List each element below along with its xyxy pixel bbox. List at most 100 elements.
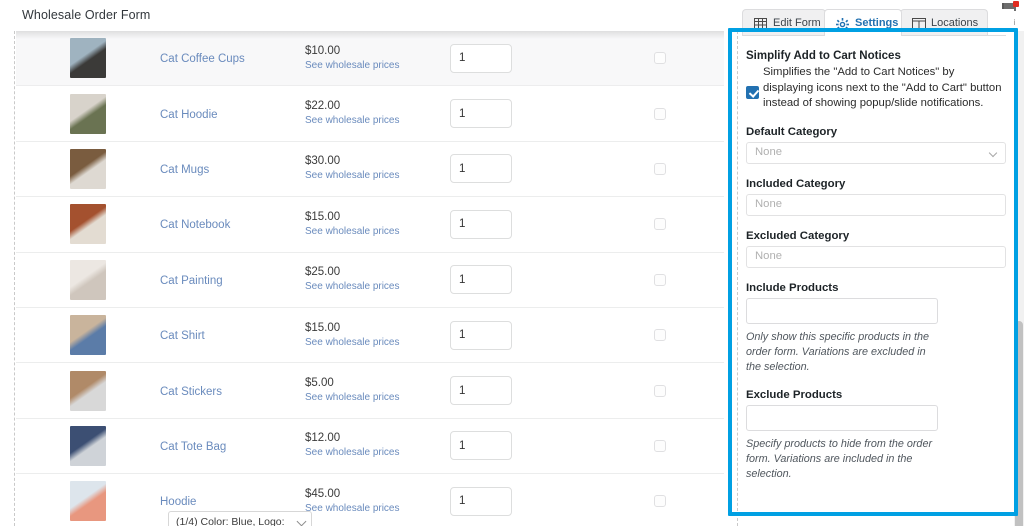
table-row: Cat Tote Bag $12.00 See wholesale prices [16, 418, 724, 475]
see-wholesale-prices-link[interactable]: See wholesale prices [305, 114, 450, 128]
select-cell [595, 107, 724, 120]
product-price: $10.00 [305, 44, 341, 57]
product-name-link[interactable]: Hoodie [160, 495, 196, 509]
product-image-cell [16, 481, 160, 522]
row-checkbox[interactable] [653, 384, 666, 397]
table-row: Cat Mugs $30.00 See wholesale prices [16, 141, 724, 198]
product-thumbnail[interactable] [70, 481, 106, 522]
see-wholesale-prices-link[interactable]: See wholesale prices [305, 446, 450, 460]
quantity-input[interactable] [450, 154, 512, 184]
row-checkbox[interactable] [653, 439, 666, 452]
product-name-cell: Cat Notebook [160, 215, 305, 233]
quantity-cell [450, 431, 595, 461]
simplify-checkbox-row[interactable]: Simplifies the "Add to Cart Notices" by … [746, 65, 1006, 112]
row-checkbox[interactable] [653, 495, 666, 508]
table-row: Cat Notebook $15.00 See wholesale prices [16, 197, 724, 253]
row-checkbox[interactable] [653, 107, 666, 120]
see-wholesale-prices-link[interactable]: See wholesale prices [305, 336, 450, 350]
product-thumbnail[interactable] [70, 315, 106, 356]
product-price: $12.00 [305, 432, 341, 445]
product-thumbnail[interactable] [70, 148, 106, 189]
product-price-cell: $45.00 See wholesale prices [305, 487, 450, 516]
see-wholesale-prices-link[interactable]: See wholesale prices [305, 280, 450, 294]
product-name-cell: Cat Tote Bag [160, 437, 305, 455]
product-price-cell: $5.00 See wholesale prices [305, 376, 450, 405]
quantity-input[interactable] [450, 376, 512, 406]
variation-select[interactable]: (1/4) Color: Blue, Logo: Yes [168, 511, 312, 526]
tab-label: Locations [931, 16, 979, 29]
product-name-cell: Cat Coffee Cups [160, 49, 305, 67]
quantity-input[interactable] [450, 320, 512, 350]
simplify-checkbox[interactable] [746, 86, 759, 99]
product-thumbnail[interactable] [70, 425, 106, 466]
product-name-link[interactable]: Cat Notebook [160, 218, 230, 232]
product-thumbnail[interactable] [70, 259, 106, 300]
product-name-link[interactable]: Cat Coffee Cups [160, 52, 245, 66]
excluded-category-input[interactable]: None [746, 245, 1006, 268]
product-price-cell: $12.00 See wholesale prices [305, 431, 450, 460]
product-name-link[interactable]: Cat Painting [160, 274, 223, 288]
screen-root: Wholesale Order Form Acti Cat Coffee Cup… [0, 0, 1024, 526]
product-thumbnail[interactable] [70, 204, 106, 245]
product-name-link[interactable]: Cat Mugs [160, 163, 209, 177]
table-icon [754, 17, 767, 29]
select-cell [595, 439, 724, 452]
quantity-input[interactable] [450, 209, 512, 239]
row-checkbox[interactable] [653, 162, 666, 175]
exclude-products-input[interactable] [746, 404, 938, 431]
product-thumbnail[interactable] [70, 93, 106, 134]
product-thumbnail[interactable] [70, 38, 106, 79]
tab-settings[interactable]: Settings [824, 9, 902, 36]
quantity-cell [450, 376, 595, 406]
product-price: $25.00 [305, 266, 341, 279]
product-name-link[interactable]: Cat Stickers [160, 385, 222, 399]
row-checkbox[interactable] [653, 273, 666, 286]
quantity-input[interactable] [450, 431, 512, 461]
product-name-link[interactable]: Cat Hoodie [160, 108, 218, 122]
row-checkbox[interactable] [653, 329, 666, 342]
chevron-down-icon [988, 148, 998, 158]
quantity-input[interactable] [450, 99, 512, 129]
select-cell [595, 495, 724, 508]
settings-tabs: Edit Form Settings Locations [742, 9, 1014, 36]
quantity-cell [450, 265, 595, 295]
see-wholesale-prices-link[interactable]: See wholesale prices [305, 59, 450, 73]
product-price: $15.00 [305, 321, 341, 334]
tab-label: Settings [855, 16, 899, 29]
product-thumbnail[interactable] [70, 370, 106, 411]
settings-panel-body: Simplify Add to Cart Notices Simplifies … [738, 36, 1014, 482]
row-checkbox[interactable] [653, 218, 666, 231]
product-price: $45.00 [305, 487, 341, 500]
tab-locations[interactable]: Locations [900, 9, 988, 36]
block-outline-left [14, 31, 15, 526]
default-category-label: Default Category [746, 125, 838, 138]
see-wholesale-prices-link[interactable]: See wholesale prices [305, 502, 450, 516]
quantity-cell [450, 209, 595, 239]
tab-label: Edit Form [773, 16, 821, 29]
table-row: Cat Shirt $15.00 See wholesale prices [16, 307, 724, 364]
product-name-link[interactable]: Cat Tote Bag [160, 440, 226, 454]
product-name-link[interactable]: Cat Shirt [160, 329, 205, 343]
quantity-input[interactable] [450, 43, 512, 73]
quantity-cell [450, 320, 595, 350]
product-price-cell: $22.00 See wholesale prices [305, 99, 450, 128]
see-wholesale-prices-link[interactable]: See wholesale prices [305, 169, 450, 183]
order-form-table: Cat Coffee Cups $10.00 See wholesale price… [16, 31, 724, 526]
page-scrollbar-track[interactable] [1014, 31, 1024, 526]
gear-icon [836, 17, 849, 31]
product-price-cell: $10.00 See wholesale prices [305, 44, 450, 73]
product-name-cell: Hoodie (1/4) Color: Blue, Logo: Yes [160, 492, 312, 526]
product-price: $15.00 [305, 210, 341, 223]
row-checkbox[interactable] [653, 52, 666, 65]
included-category-input[interactable]: None [746, 193, 1006, 216]
include-products-input[interactable] [746, 297, 938, 324]
see-wholesale-prices-link[interactable]: See wholesale prices [305, 225, 450, 239]
product-price-cell: $15.00 See wholesale prices [305, 210, 450, 239]
page-scrollbar-thumb[interactable] [1015, 321, 1023, 526]
tab-edit-form[interactable]: Edit Form [742, 9, 826, 36]
see-wholesale-prices-link[interactable]: See wholesale prices [305, 391, 450, 405]
product-price: $30.00 [305, 155, 341, 168]
default-category-select[interactable]: None [746, 141, 1006, 164]
quantity-input[interactable] [450, 486, 512, 516]
quantity-input[interactable] [450, 265, 512, 295]
